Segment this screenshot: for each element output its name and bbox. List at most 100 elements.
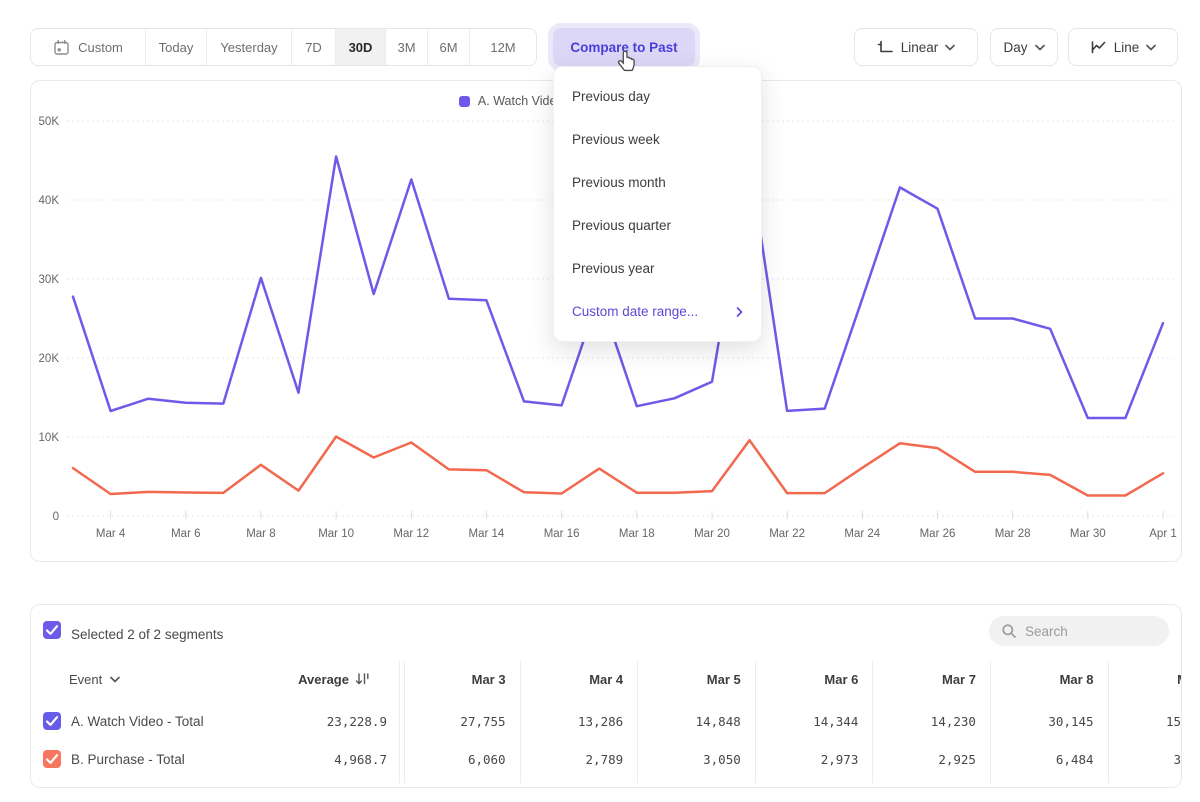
menu-item-label: Previous week: [572, 132, 660, 147]
x-axis-label: Mar 24: [844, 528, 880, 540]
chevron-down-icon: [1035, 44, 1045, 51]
segment-label: A. Watch Video - Total: [71, 714, 204, 729]
date-column-header: Mar 8: [990, 672, 1108, 687]
event-cell: A. Watch Video - Total: [31, 712, 284, 730]
legend-swatch: [459, 96, 470, 107]
chevron-down-icon: [110, 676, 120, 683]
date-value: 2,973: [755, 752, 873, 767]
x-axis-label: Mar 28: [995, 528, 1031, 540]
range-label: 6M: [439, 40, 457, 55]
y-axis-label: 20K: [39, 353, 60, 365]
table-row: B. Purchase - Total 4,968.76,0602,7893,05…: [31, 740, 1182, 778]
range-label: Yesterday: [220, 40, 277, 55]
date-value: 15,612: [1108, 714, 1182, 729]
segment-checkbox[interactable]: [43, 750, 61, 768]
y-axis-label: 10K: [39, 432, 60, 444]
x-axis-label: Mar 22: [769, 528, 805, 540]
view-label: Linear: [901, 40, 939, 55]
linear-axis-icon: [877, 39, 894, 55]
y-axis-label: 50K: [39, 116, 60, 128]
date-value: 14,344: [755, 714, 873, 729]
table-row: A. Watch Video - Total 23,228.927,75513,2…: [31, 702, 1182, 740]
range-custom-button[interactable]: Custom: [31, 29, 146, 65]
chevron-down-icon: [945, 44, 955, 51]
y-axis-label: 0: [53, 511, 59, 523]
range-label: 12M: [490, 40, 515, 55]
range-today-button[interactable]: Today: [146, 29, 207, 65]
menu-item-previous-quarter[interactable]: Previous quarter: [554, 204, 761, 247]
x-axis-label: Mar 10: [318, 528, 354, 540]
day-dropdown-button[interactable]: Day: [990, 28, 1058, 66]
menu-item-label: Previous month: [572, 175, 666, 190]
menu-item-label: Previous year: [572, 261, 655, 276]
y-axis-label: 30K: [39, 274, 60, 286]
segments-table-card: Selected 2 of 2 segments Event Average Mar…: [30, 604, 1182, 788]
date-value: 6,060: [402, 752, 520, 767]
check-icon: [43, 750, 61, 768]
table-header-row: EventAverageMar 3Mar 4Mar 5Mar 6Mar 7Mar…: [31, 661, 1182, 697]
view-label: Day: [1003, 40, 1027, 55]
menu-item-custom-date-range[interactable]: Custom date range...: [554, 290, 761, 333]
range-3m-button[interactable]: 3M: [386, 29, 428, 65]
mouse-cursor-icon: [613, 49, 639, 75]
date-value: 14,230: [872, 714, 990, 729]
range-yesterday-button[interactable]: Yesterday: [207, 29, 292, 65]
date-column-header: Mar 7: [872, 672, 990, 687]
range-6m-button[interactable]: 6M: [428, 29, 470, 65]
check-icon: [43, 712, 61, 730]
event-header-label: Event: [69, 672, 102, 687]
date-range-group: CustomToday Yesterday 7D 30D 3M 6M 12M: [30, 28, 537, 66]
range-label: 3M: [397, 40, 415, 55]
range-7d-button[interactable]: 7D: [292, 29, 336, 65]
date-value: 30,145: [990, 714, 1108, 729]
segment-checkbox[interactable]: [43, 712, 61, 730]
x-axis-label: Mar 12: [393, 528, 429, 540]
select-all-checkbox[interactable]: [43, 621, 61, 639]
segments-summary-label: Selected 2 of 2 segments: [71, 627, 223, 642]
column-separator: [1108, 661, 1109, 783]
range-12m-button[interactable]: 12M: [470, 29, 536, 65]
chevron-right-icon: [736, 307, 743, 317]
column-separator: [990, 661, 991, 783]
date-value: 3,050: [637, 752, 755, 767]
chevron-down-icon: [1146, 44, 1156, 51]
menu-item-label: Previous day: [572, 89, 650, 104]
date-value: 27,755: [402, 714, 520, 729]
analytics-dashboard: CustomTodayYesterday7D30D3M6M12M Compare…: [0, 0, 1200, 802]
check-icon: [43, 621, 61, 639]
average-header-label: Average: [298, 672, 349, 687]
segment-label: B. Purchase - Total: [71, 752, 185, 767]
range-30d-button[interactable]: 30D: [336, 29, 386, 65]
menu-item-previous-week[interactable]: Previous week: [554, 118, 761, 161]
linear-dropdown-button[interactable]: Linear: [854, 28, 978, 66]
view-label: Line: [1114, 40, 1140, 55]
average-value: 23,228.9: [284, 714, 402, 729]
menu-item-previous-day[interactable]: Previous day: [554, 75, 761, 118]
menu-item-label: Custom date range...: [572, 304, 698, 319]
menu-item-previous-month[interactable]: Previous month: [554, 161, 761, 204]
date-value: 14,848: [637, 714, 755, 729]
x-axis-label: Mar 4: [96, 528, 126, 540]
line-dropdown-button[interactable]: Line: [1068, 28, 1178, 66]
x-axis-label: Mar 16: [544, 528, 580, 540]
line-chart-icon: [1090, 39, 1107, 55]
average-column-header[interactable]: Average: [284, 672, 402, 687]
range-label: 7D: [305, 40, 322, 55]
date-column-header: Mar 3: [402, 672, 520, 687]
date-column-header: Mar 4: [520, 672, 638, 687]
column-separator: [755, 661, 756, 783]
date-value: 13,286: [520, 714, 638, 729]
date-value: 2,925: [872, 752, 990, 767]
calendar-icon: [53, 39, 70, 56]
sort-descending-icon: [355, 672, 370, 686]
menu-item-previous-year[interactable]: Previous year: [554, 247, 761, 290]
x-axis-label: Mar 6: [171, 528, 200, 540]
date-value: 2,789: [520, 752, 638, 767]
x-axis-label: Mar 14: [469, 528, 505, 540]
date-column-header: Mar 9: [1108, 672, 1182, 687]
search-input[interactable]: [1025, 624, 1145, 639]
event-column-header[interactable]: Event: [31, 672, 284, 687]
event-cell: B. Purchase - Total: [31, 750, 284, 768]
column-separator: [404, 661, 405, 783]
average-value: 4,968.7: [284, 752, 402, 767]
